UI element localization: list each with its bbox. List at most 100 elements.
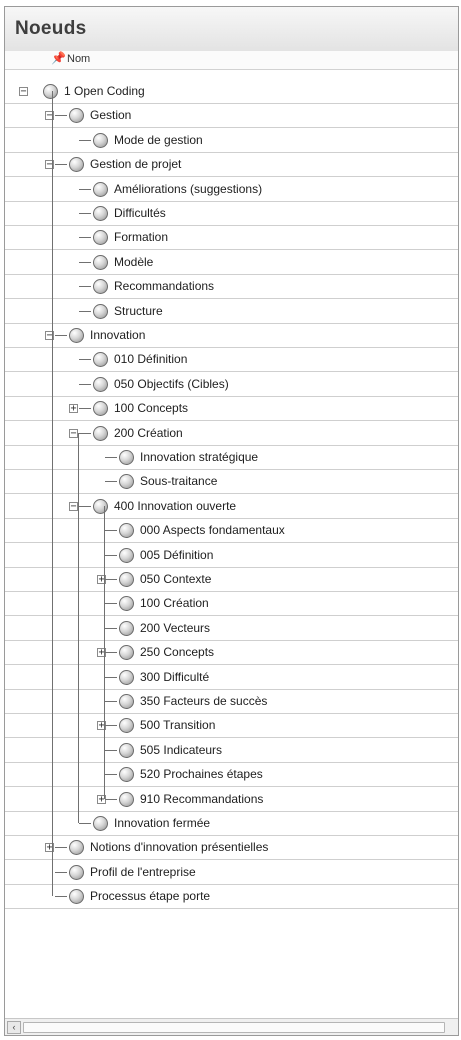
tree-node-label[interactable]: 050 Contexte — [140, 572, 211, 586]
tree-connector — [55, 871, 67, 873]
tree-node-label[interactable]: Structure — [114, 304, 163, 318]
tree-row[interactable]: Formation — [5, 225, 458, 251]
tree-row[interactable]: +910 Recommandations — [5, 787, 458, 812]
tree-row[interactable]: 000 Aspects fondamentaux — [5, 518, 458, 544]
tree-node-label[interactable]: Innovation fermée — [114, 816, 210, 830]
tree-row[interactable]: 010 Définition — [5, 347, 458, 373]
tree-node-label[interactable]: 300 Difficulté — [140, 670, 209, 684]
tree-row[interactable]: − 1 Open Coding — [5, 79, 458, 104]
tree-node-label[interactable]: Sous-traitance — [140, 474, 217, 488]
tree-node-label[interactable]: Gestion — [90, 108, 131, 122]
column-header-name[interactable]: Nom — [67, 53, 90, 65]
pin-icon[interactable]: 📌 — [51, 51, 66, 65]
tree-node-label[interactable]: 400 Innovation ouverte — [114, 499, 236, 513]
tree-row[interactable]: Structure — [5, 299, 458, 324]
node-icon — [93, 498, 108, 514]
tree-node-label[interactable]: Notions d'innovation présentielles — [90, 840, 268, 854]
node-icon — [119, 791, 134, 807]
panel-title: Noeuds — [15, 18, 87, 39]
tree-row[interactable]: +100 Concepts — [5, 396, 458, 422]
tree-node-label[interactable]: Innovation stratégique — [140, 450, 258, 464]
node-icon — [119, 572, 134, 587]
tree-row[interactable]: − 400 Innovation ouverte — [5, 494, 458, 519]
node-icon — [93, 352, 108, 368]
node-icon — [119, 718, 134, 734]
tree-node-label[interactable]: Innovation — [90, 328, 145, 342]
tree-node-label[interactable]: 350 Facteurs de succès — [140, 694, 267, 708]
collapse-toggle-icon[interactable]: − — [69, 428, 78, 438]
tree-connector — [79, 383, 91, 385]
tree-node-label[interactable]: 200 Vecteurs — [140, 621, 210, 635]
node-icon — [93, 376, 108, 392]
tree-node-label[interactable]: Processus étape porte — [90, 889, 210, 903]
tree-node-label[interactable]: Difficultés — [114, 206, 166, 220]
tree-row[interactable]: 200 Vecteurs — [5, 616, 458, 641]
tree-node-label[interactable]: 250 Concepts — [140, 645, 214, 659]
tree-node-label[interactable]: 000 Aspects fondamentaux — [140, 523, 285, 537]
tree-connector — [79, 505, 91, 507]
tree-row[interactable]: Processus étape porte — [5, 884, 458, 910]
tree-connector — [55, 896, 67, 898]
tree-row[interactable]: 520 Prochaines étapes — [5, 762, 458, 788]
tree-node-label[interactable]: 100 Création — [140, 596, 209, 610]
collapse-toggle-icon[interactable]: − — [69, 501, 78, 511]
tree-row[interactable]: − 200 Création — [5, 421, 458, 446]
tree-node-label[interactable]: 005 Définition — [140, 548, 213, 562]
tree-row[interactable]: Innovation stratégique — [5, 445, 458, 470]
tree-row[interactable]: Innovation fermée — [5, 811, 458, 836]
tree-row[interactable]: Recommandations — [5, 274, 458, 300]
tree-row[interactable]: − Innovation — [5, 323, 458, 348]
tree-row[interactable]: 505 Indicateurs — [5, 738, 458, 763]
tree-row[interactable]: 100 Création — [5, 591, 458, 617]
tree-node-label[interactable]: 100 Concepts — [114, 401, 188, 415]
tree-row[interactable]: 350 Facteurs de succès — [5, 689, 458, 714]
tree-node-label[interactable]: 010 Définition — [114, 352, 187, 366]
tree-connector — [105, 457, 117, 458]
tree-guide-line — [78, 432, 79, 823]
tree-node-label[interactable]: Recommandations — [114, 279, 214, 293]
horizontal-scrollbar[interactable]: ‹ — [5, 1018, 458, 1035]
tree-row[interactable]: + Notions d'innovation présentielles — [5, 835, 458, 861]
tree-row[interactable]: 300 Difficulté — [5, 665, 458, 690]
tree-node-label[interactable]: Formation — [114, 230, 168, 244]
tree-node-label[interactable]: 050 Objectifs (Cibles) — [114, 377, 229, 391]
tree-row[interactable]: +050 Contexte — [5, 567, 458, 592]
tree-row[interactable]: 050 Objectifs (Cibles) — [5, 372, 458, 397]
tree-row[interactable]: Modèle — [5, 250, 458, 275]
tree-row[interactable]: Sous-traitance — [5, 469, 458, 495]
tree-node-label[interactable]: 500 Transition — [140, 718, 215, 732]
tree-node-label[interactable]: 520 Prochaines étapes — [140, 767, 263, 781]
expand-toggle-icon[interactable]: + — [69, 404, 78, 414]
node-icon — [43, 84, 58, 99]
tree-node-label[interactable]: 200 Création — [114, 426, 183, 440]
tree-row[interactable]: Améliorations (suggestions) — [5, 177, 458, 202]
tree-node-label[interactable]: Profil de l'entreprise — [90, 865, 196, 879]
node-icon — [93, 279, 108, 295]
node-icon — [119, 474, 134, 490]
tree-connector — [105, 701, 117, 702]
tree-row[interactable]: Difficultés — [5, 201, 458, 226]
tree-node-label[interactable]: 505 Indicateurs — [140, 743, 222, 757]
tree-row[interactable]: 005 Définition — [5, 543, 458, 568]
tree-row[interactable]: +250 Concepts — [5, 640, 458, 666]
tree-connector — [79, 139, 91, 141]
tree-row[interactable]: − Gestion — [5, 103, 458, 129]
tree-connector — [79, 359, 91, 361]
scroll-thumb[interactable] — [23, 1022, 445, 1033]
tree-row[interactable]: − Gestion de projet — [5, 152, 458, 178]
node-icon — [119, 620, 134, 636]
tree-connector — [55, 335, 67, 336]
tree-node-label[interactable]: Améliorations (suggestions) — [114, 182, 262, 196]
tree-node-label[interactable]: Modèle — [114, 255, 153, 269]
tree-node-label[interactable]: Mode de gestion — [114, 133, 203, 147]
tree-row[interactable]: Profil de l'entreprise — [5, 860, 458, 885]
tree-node-label[interactable]: Gestion de projet — [90, 157, 181, 171]
tree-node-label[interactable]: 910 Recommandations — [140, 792, 263, 806]
tree-node-label[interactable]: 1 Open Coding — [64, 84, 145, 98]
scroll-left-arrow-icon[interactable]: ‹ — [7, 1021, 21, 1034]
column-header[interactable]: 📌 Nom — [5, 51, 458, 70]
collapse-toggle-icon[interactable]: − — [19, 87, 28, 97]
tree-row[interactable]: Mode de gestion — [5, 128, 458, 153]
tree-row[interactable]: +500 Transition — [5, 713, 458, 739]
tree-connector — [105, 798, 117, 800]
